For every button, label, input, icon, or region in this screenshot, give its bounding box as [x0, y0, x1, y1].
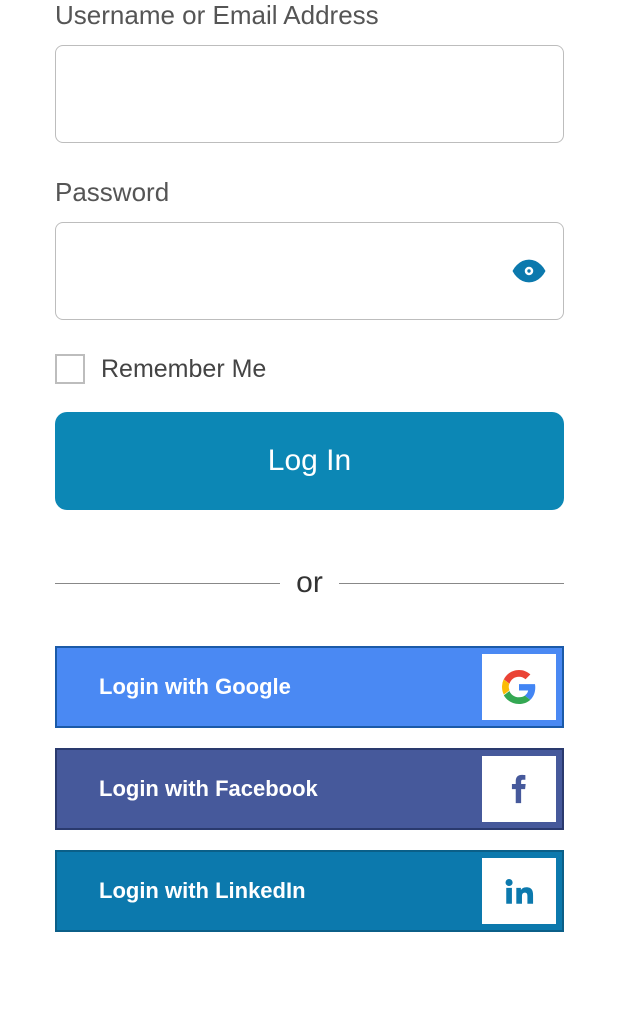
or-divider: or: [55, 566, 564, 600]
password-label: Password: [55, 177, 564, 208]
divider-line-right: [339, 583, 564, 584]
remember-checkbox[interactable]: [55, 354, 85, 384]
username-label: Username or Email Address: [55, 0, 564, 31]
linkedin-icon: [482, 858, 556, 924]
divider-line-left: [55, 583, 280, 584]
username-input[interactable]: [55, 45, 564, 143]
eye-icon: [512, 254, 546, 288]
show-password-button[interactable]: [512, 254, 546, 288]
google-button-label: Login with Google: [57, 674, 482, 700]
login-with-linkedin-button[interactable]: Login with LinkedIn: [55, 850, 564, 932]
remember-label: Remember Me: [101, 355, 266, 384]
login-button[interactable]: Log In: [55, 412, 564, 510]
remember-row: Remember Me: [55, 354, 564, 384]
linkedin-button-label: Login with LinkedIn: [57, 878, 482, 904]
password-input-wrap: [55, 222, 564, 320]
divider-label: or: [280, 566, 339, 600]
facebook-icon: [482, 756, 556, 822]
google-icon: [482, 654, 556, 720]
login-form: Username or Email Address Password Remem…: [0, 0, 619, 1024]
facebook-button-label: Login with Facebook: [57, 776, 482, 802]
password-input[interactable]: [55, 222, 564, 320]
login-with-facebook-button[interactable]: Login with Facebook: [55, 748, 564, 830]
login-with-google-button[interactable]: Login with Google: [55, 646, 564, 728]
username-input-wrap: [55, 45, 564, 143]
